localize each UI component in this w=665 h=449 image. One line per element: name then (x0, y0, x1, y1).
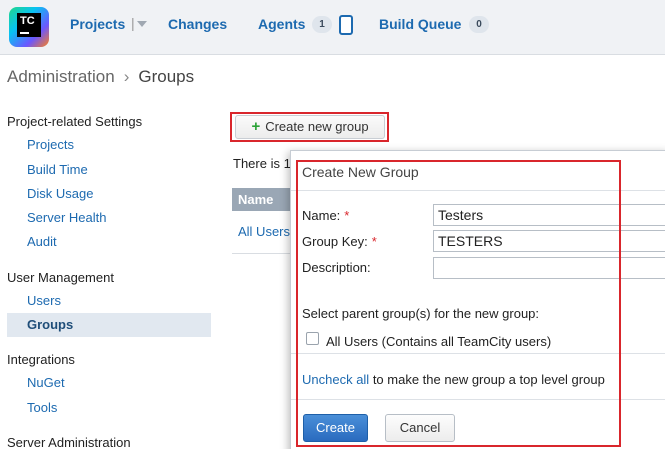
projects-dropdown-chevron-icon[interactable] (137, 21, 147, 27)
logo-mark: TC (17, 13, 41, 37)
name-label-text: Name: (302, 208, 341, 223)
name-required-marker: * (344, 208, 350, 223)
logo-underscore (20, 32, 29, 34)
group-key-label: Group Key: * (302, 234, 377, 249)
nav-build-queue[interactable]: Build Queue (379, 16, 461, 32)
all-users-checkbox-label[interactable]: All Users (Contains all TeamCity users) (326, 334, 551, 349)
create-new-group-label: Create new group (265, 119, 369, 134)
all-users-checkbox[interactable] (306, 332, 319, 345)
name-label: Name: * (302, 208, 349, 223)
nav-agents[interactable]: Agents (258, 16, 305, 32)
group-key-required-marker: * (371, 234, 377, 249)
nav-changes[interactable]: Changes (168, 16, 227, 32)
logo-text: TC (20, 15, 35, 27)
description-field[interactable] (433, 257, 665, 279)
sidebar-item-disk-usage[interactable]: Disk Usage (7, 182, 211, 206)
sidebar-item-groups[interactable]: Groups (7, 313, 211, 337)
top-navigation: TC Projects | Changes Agents 1 Build Que… (0, 0, 665, 55)
build-queue-count-badge: 0 (469, 16, 489, 33)
agent-status-icon[interactable] (339, 15, 353, 35)
create-new-group-button[interactable]: + Create new group (235, 115, 385, 139)
sidebar-item-tools[interactable]: Tools (7, 396, 211, 420)
groups-count-text: There is 1 (233, 156, 291, 171)
breadcrumb-chevron-right-icon: › (123, 67, 130, 86)
group-key-label-text: Group Key: (302, 234, 368, 249)
sidebar-item-users[interactable]: Users (7, 289, 211, 313)
sidebar-heading-user-management: User Management (7, 270, 114, 285)
breadcrumb-administration[interactable]: Administration (7, 67, 115, 86)
breadcrumb-current: Groups (138, 67, 195, 86)
table-header-name[interactable]: Name (232, 188, 292, 211)
sidebar-heading-server-administration: Server Administration (7, 435, 131, 449)
description-label: Description: (302, 260, 371, 275)
table-row-all-users[interactable]: All Users (238, 224, 290, 239)
dialog-title: Create New Group (302, 164, 419, 180)
create-group-dialog: Create New Group Name:* Group Key:* Desc… (290, 150, 665, 449)
dialog-section-divider (291, 353, 665, 354)
uncheck-all-link[interactable]: Uncheck all (302, 372, 369, 387)
sidebar-item-audit[interactable]: Audit (7, 230, 211, 254)
sidebar-item-build-time[interactable]: Build Time (7, 158, 211, 182)
uncheck-all-row: Uncheck all to make the new group a top … (302, 372, 605, 387)
parent-groups-text: Select parent group(s) for the new group… (302, 306, 540, 321)
dialog-title-divider (291, 190, 665, 191)
create-button[interactable]: Create (303, 414, 368, 442)
sidebar-item-server-health[interactable]: Server Health (7, 206, 211, 230)
breadcrumb: Administration › Groups (7, 67, 194, 87)
dialog-footer-divider (291, 399, 665, 400)
uncheck-all-suffix: to make the new group a top level group (369, 372, 605, 387)
sidebar-item-nuget[interactable]: NuGet (7, 371, 211, 395)
sidebar-item-projects[interactable]: Projects (7, 133, 211, 157)
table-row-divider (232, 253, 292, 254)
nav-separator: | (131, 15, 135, 31)
sidebar-heading-integrations: Integrations (7, 352, 75, 367)
agents-count-badge: 1 (312, 16, 332, 33)
teamcity-logo[interactable]: TC (9, 7, 49, 47)
cancel-button[interactable]: Cancel (385, 414, 455, 442)
nav-projects[interactable]: Projects (70, 16, 125, 32)
name-field[interactable] (433, 204, 665, 226)
sidebar-heading-project-settings: Project-related Settings (7, 114, 143, 129)
plus-icon: + (251, 118, 261, 135)
group-key-field[interactable] (433, 230, 665, 252)
